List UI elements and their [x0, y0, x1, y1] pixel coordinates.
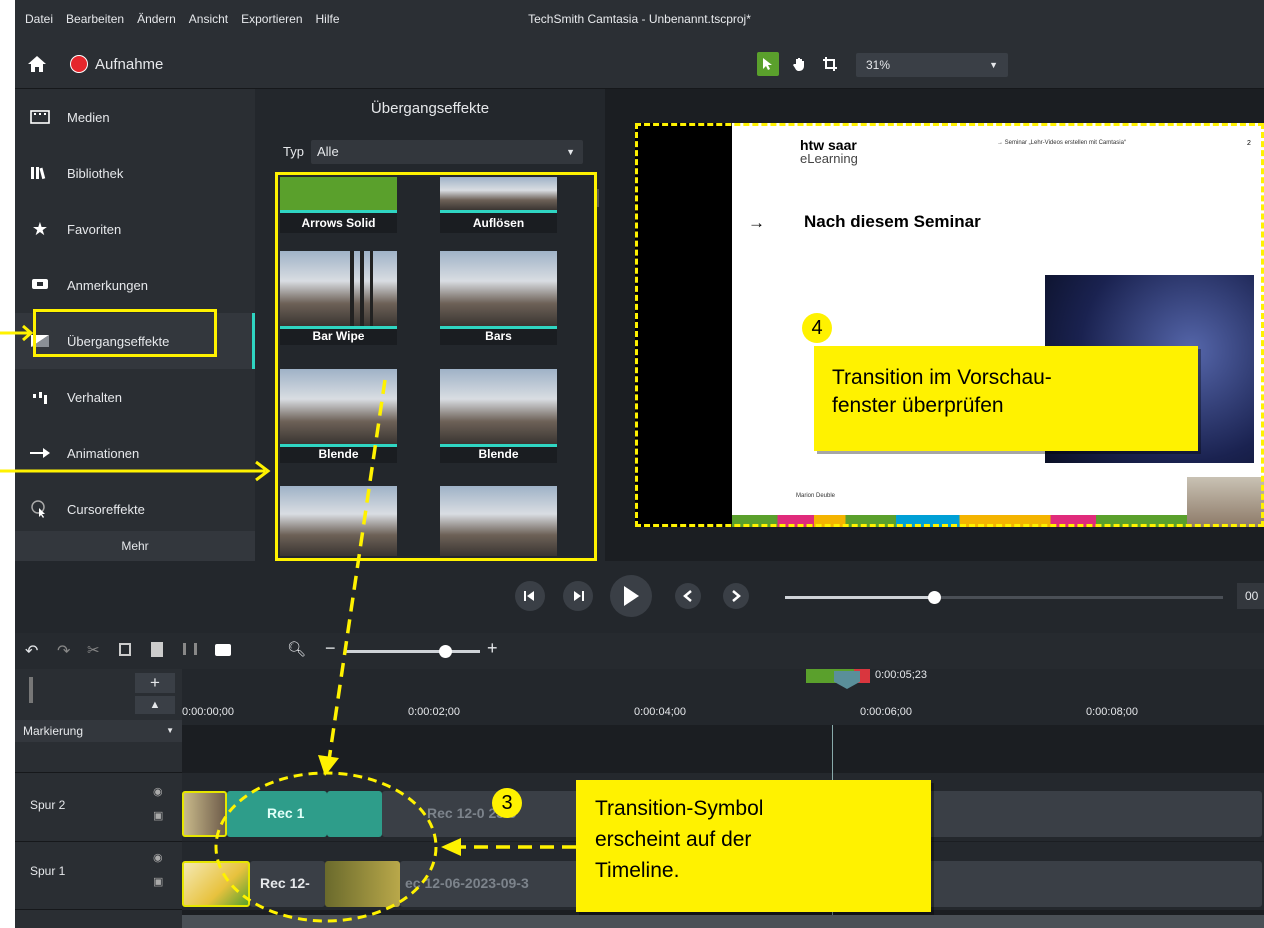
- overlay-arrows: [15, 324, 271, 482]
